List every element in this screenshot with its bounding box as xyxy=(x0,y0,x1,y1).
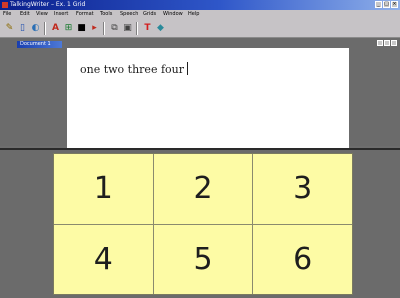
toolbar: ✎ ▯ ◐ A ⊞ ■ ▸ ⧉ ▣ T ◆ xyxy=(0,19,400,38)
menu-tools[interactable]: Tools xyxy=(100,11,112,18)
menu-window[interactable]: Window xyxy=(163,11,183,18)
grid-cell-2[interactable]: 2 xyxy=(153,154,253,224)
text-caret xyxy=(186,62,188,75)
doc-minimize-button[interactable] xyxy=(377,40,383,46)
toolbar-separator xyxy=(136,22,138,35)
toolbar-separator xyxy=(103,22,105,35)
menu-bar: File Edit View Insert Format Tools Speec… xyxy=(0,10,400,19)
menu-speech[interactable]: Speech xyxy=(120,11,138,18)
paste-icon[interactable]: ▣ xyxy=(121,22,134,35)
window-title: TalkingWriter – Ex. 1 Grid xyxy=(10,1,86,8)
title-bar: TalkingWriter – Ex. 1 Grid _ □ × xyxy=(0,0,400,10)
pencil-icon[interactable]: ✎ xyxy=(3,22,16,35)
grid-cell-5[interactable]: 5 xyxy=(153,224,253,294)
minimize-button[interactable]: _ xyxy=(375,1,382,8)
menu-file[interactable]: File xyxy=(3,11,11,18)
document-text-line: one two three four xyxy=(80,62,188,76)
document-window-controls xyxy=(377,40,397,46)
document-title: Document 1 xyxy=(20,41,51,47)
close-button[interactable]: × xyxy=(391,1,398,8)
text-color-icon[interactable]: A xyxy=(49,22,62,35)
copy-icon[interactable]: ⧉ xyxy=(108,22,121,35)
menu-help[interactable]: Help xyxy=(188,11,199,18)
new-document-icon[interactable]: ▯ xyxy=(16,22,29,35)
font-icon[interactable]: T xyxy=(141,22,154,35)
document-editor[interactable]: one two three four xyxy=(67,48,349,148)
picture-icon[interactable]: ◆ xyxy=(154,22,167,35)
menu-edit[interactable]: Edit xyxy=(20,11,30,18)
document-titlebar: Document 1 xyxy=(17,41,62,48)
doc-maximize-button[interactable] xyxy=(384,40,390,46)
grid-cell-6[interactable]: 6 xyxy=(253,224,352,294)
maximize-button[interactable]: □ xyxy=(383,1,390,8)
symbol-icon[interactable]: ⊞ xyxy=(62,22,75,35)
speech-icon[interactable]: ◐ xyxy=(29,22,42,35)
arrow-icon[interactable]: ▸ xyxy=(88,22,101,35)
menu-insert[interactable]: Insert xyxy=(54,11,68,18)
grid-cell-3[interactable]: 3 xyxy=(253,154,352,224)
grid-cell-1[interactable]: 1 xyxy=(54,154,153,224)
menu-format[interactable]: Format xyxy=(76,11,94,18)
menu-grids[interactable]: Grids xyxy=(143,11,156,18)
keypad-grid: 1 2 3 4 5 6 xyxy=(53,153,353,295)
menu-view[interactable]: View xyxy=(36,11,48,18)
app-icon xyxy=(2,2,8,8)
grid-cell-4[interactable]: 4 xyxy=(54,224,153,294)
toolbar-separator xyxy=(44,22,46,35)
window-controls: _ □ × xyxy=(375,1,398,8)
document-text: one two three four xyxy=(80,63,184,76)
color-swatch-icon[interactable]: ■ xyxy=(75,22,88,35)
doc-close-button[interactable] xyxy=(391,40,397,46)
